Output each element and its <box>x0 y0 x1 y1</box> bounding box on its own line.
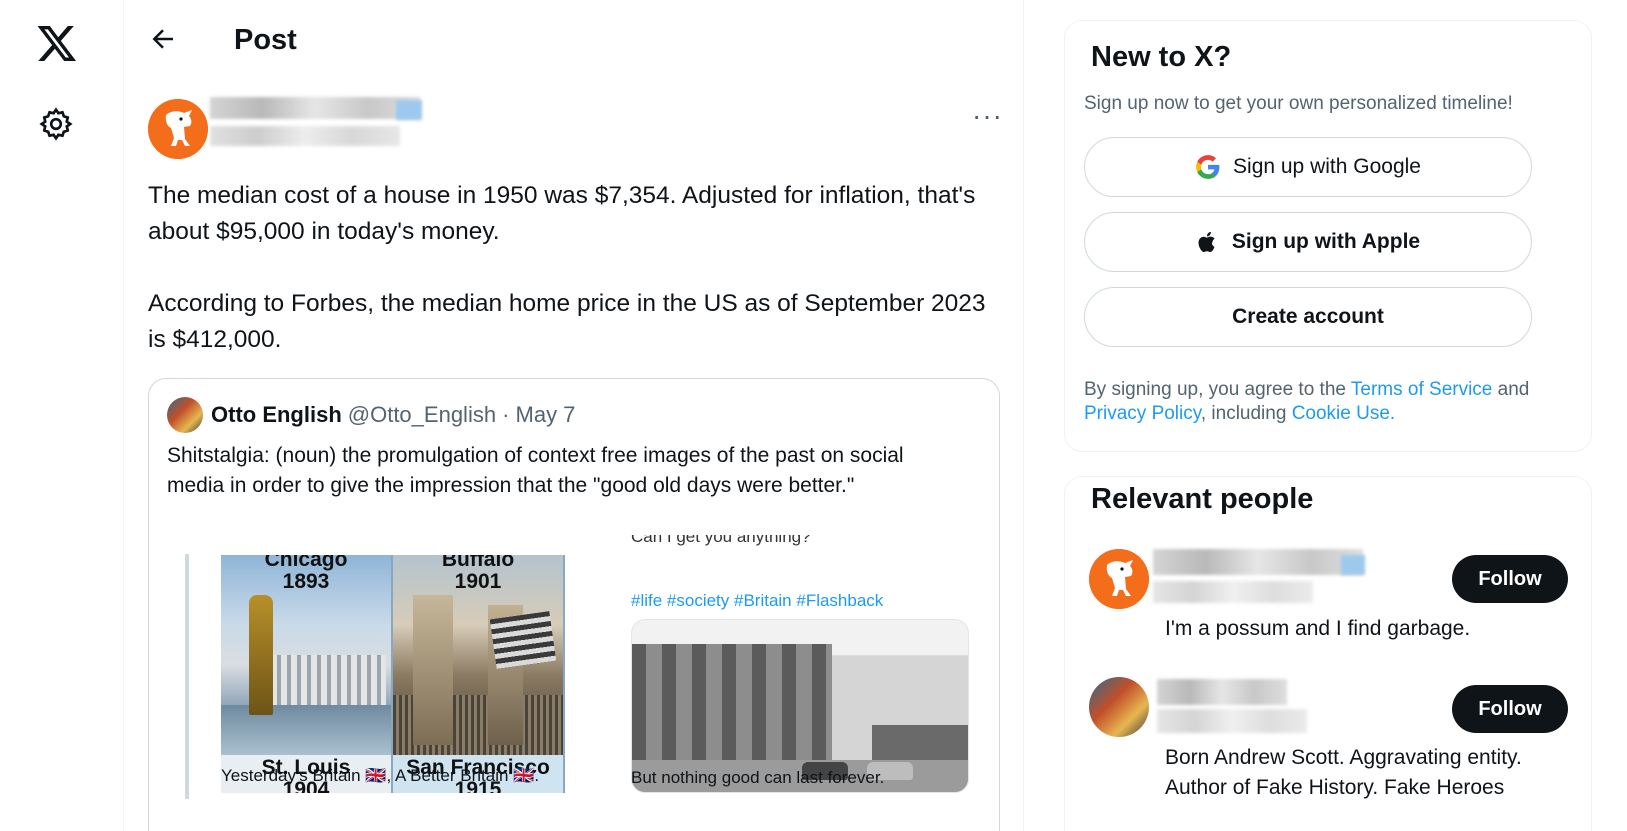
caption-right-top: Can I get you anything? <box>631 527 811 546</box>
collage-cell-buffalo: Buffalo 1901 <box>393 555 563 755</box>
avatar[interactable] <box>1089 677 1149 737</box>
left-nav <box>0 0 124 831</box>
create-account-label: Create account <box>1232 305 1384 328</box>
quoted-post-text: Shitstalgia: (noun) the promulgation of … <box>167 444 904 497</box>
signup-legal-text: By signing up, you agree to the Terms of… <box>1084 378 1564 426</box>
page-title: Post <box>234 24 297 56</box>
caption-left: Yesterday's Britain 🇬🇧, A Better Britain… <box>221 766 540 785</box>
embedded-quote-bar <box>185 554 189 799</box>
signup-title: New to X? <box>1091 41 1232 73</box>
image-collage[interactable]: Chicago 1893 Buffalo 1901 St. Louis 1904… <box>221 555 565 793</box>
statue-image <box>249 595 273 715</box>
follow-button[interactable]: Follow <box>1452 555 1568 603</box>
post-paragraph-1: The median cost of a house in 1950 was $… <box>148 182 976 245</box>
signup-card: New to X? Sign up now to get your own pe… <box>1064 20 1592 452</box>
post-paragraph-2: According to Forbes, the median home pri… <box>148 290 986 353</box>
person-bio: I'm a possum and I find garbage. <box>1165 617 1471 640</box>
quoted-date[interactable]: · May 7 <box>502 402 575 428</box>
cookie-link[interactable]: Cookie Use. <box>1292 403 1396 424</box>
more-options-icon[interactable]: ··· <box>972 100 1003 132</box>
follow-button[interactable]: Follow <box>1452 685 1568 733</box>
post-text: The median cost of a house in 1950 was $… <box>148 178 998 358</box>
collage-label-2: Buffalo 1901 <box>441 555 515 593</box>
collage-cell-chicago: Chicago 1893 <box>221 555 391 755</box>
avatar[interactable] <box>148 99 208 159</box>
apple-signup-label: Sign up with Apple <box>1231 230 1421 253</box>
apple-signup-button[interactable]: Sign up with Apple <box>1084 212 1532 272</box>
quoted-avatar[interactable] <box>167 397 203 433</box>
quoted-author-handle[interactable]: @Otto_English <box>348 402 496 428</box>
relevant-people-title: Relevant people <box>1091 483 1314 515</box>
x-logo-icon[interactable] <box>36 22 78 64</box>
apple-icon <box>1198 231 1215 253</box>
avatar[interactable] <box>1089 549 1149 609</box>
gear-icon[interactable] <box>38 106 76 144</box>
privacy-link[interactable]: Privacy Policy <box>1084 403 1201 424</box>
page-header: Post <box>124 0 1024 84</box>
google-signup-button[interactable]: Sign up with Google <box>1084 137 1532 197</box>
caption-right: But nothing good can last forever. <box>631 768 885 787</box>
collage-label-1: Chicago 1893 <box>264 555 348 593</box>
create-account-button[interactable]: Create account <box>1084 287 1532 347</box>
main-column: Post ··· The median cost of a house in 1… <box>124 0 1024 831</box>
arrow-left-icon[interactable] <box>148 24 182 58</box>
legal-including: , including <box>1200 403 1292 424</box>
google-icon <box>1196 155 1220 179</box>
person-bio: Born Andrew Scott. Aggravating entity. A… <box>1165 746 1522 799</box>
signup-subtitle: Sign up now to get your own personalized… <box>1084 93 1513 114</box>
quoted-post-header: Otto English @Otto_English · May 7 <box>167 397 575 433</box>
legal-prefix: By signing up, you agree to the <box>1084 379 1351 400</box>
quoted-author-name[interactable]: Otto English <box>211 402 342 428</box>
google-signup-label: Sign up with Google <box>1233 155 1421 178</box>
terms-link[interactable]: Terms of Service <box>1351 379 1492 400</box>
hashtags-link[interactable]: #life #society #Britain #Flashback <box>631 591 883 611</box>
relevant-people-card: Relevant people Follow I'm a possum and … <box>1064 476 1592 831</box>
quoted-post[interactable]: Otto English @Otto_English · May 7 Shits… <box>148 378 1000 831</box>
legal-and: and <box>1492 379 1530 400</box>
